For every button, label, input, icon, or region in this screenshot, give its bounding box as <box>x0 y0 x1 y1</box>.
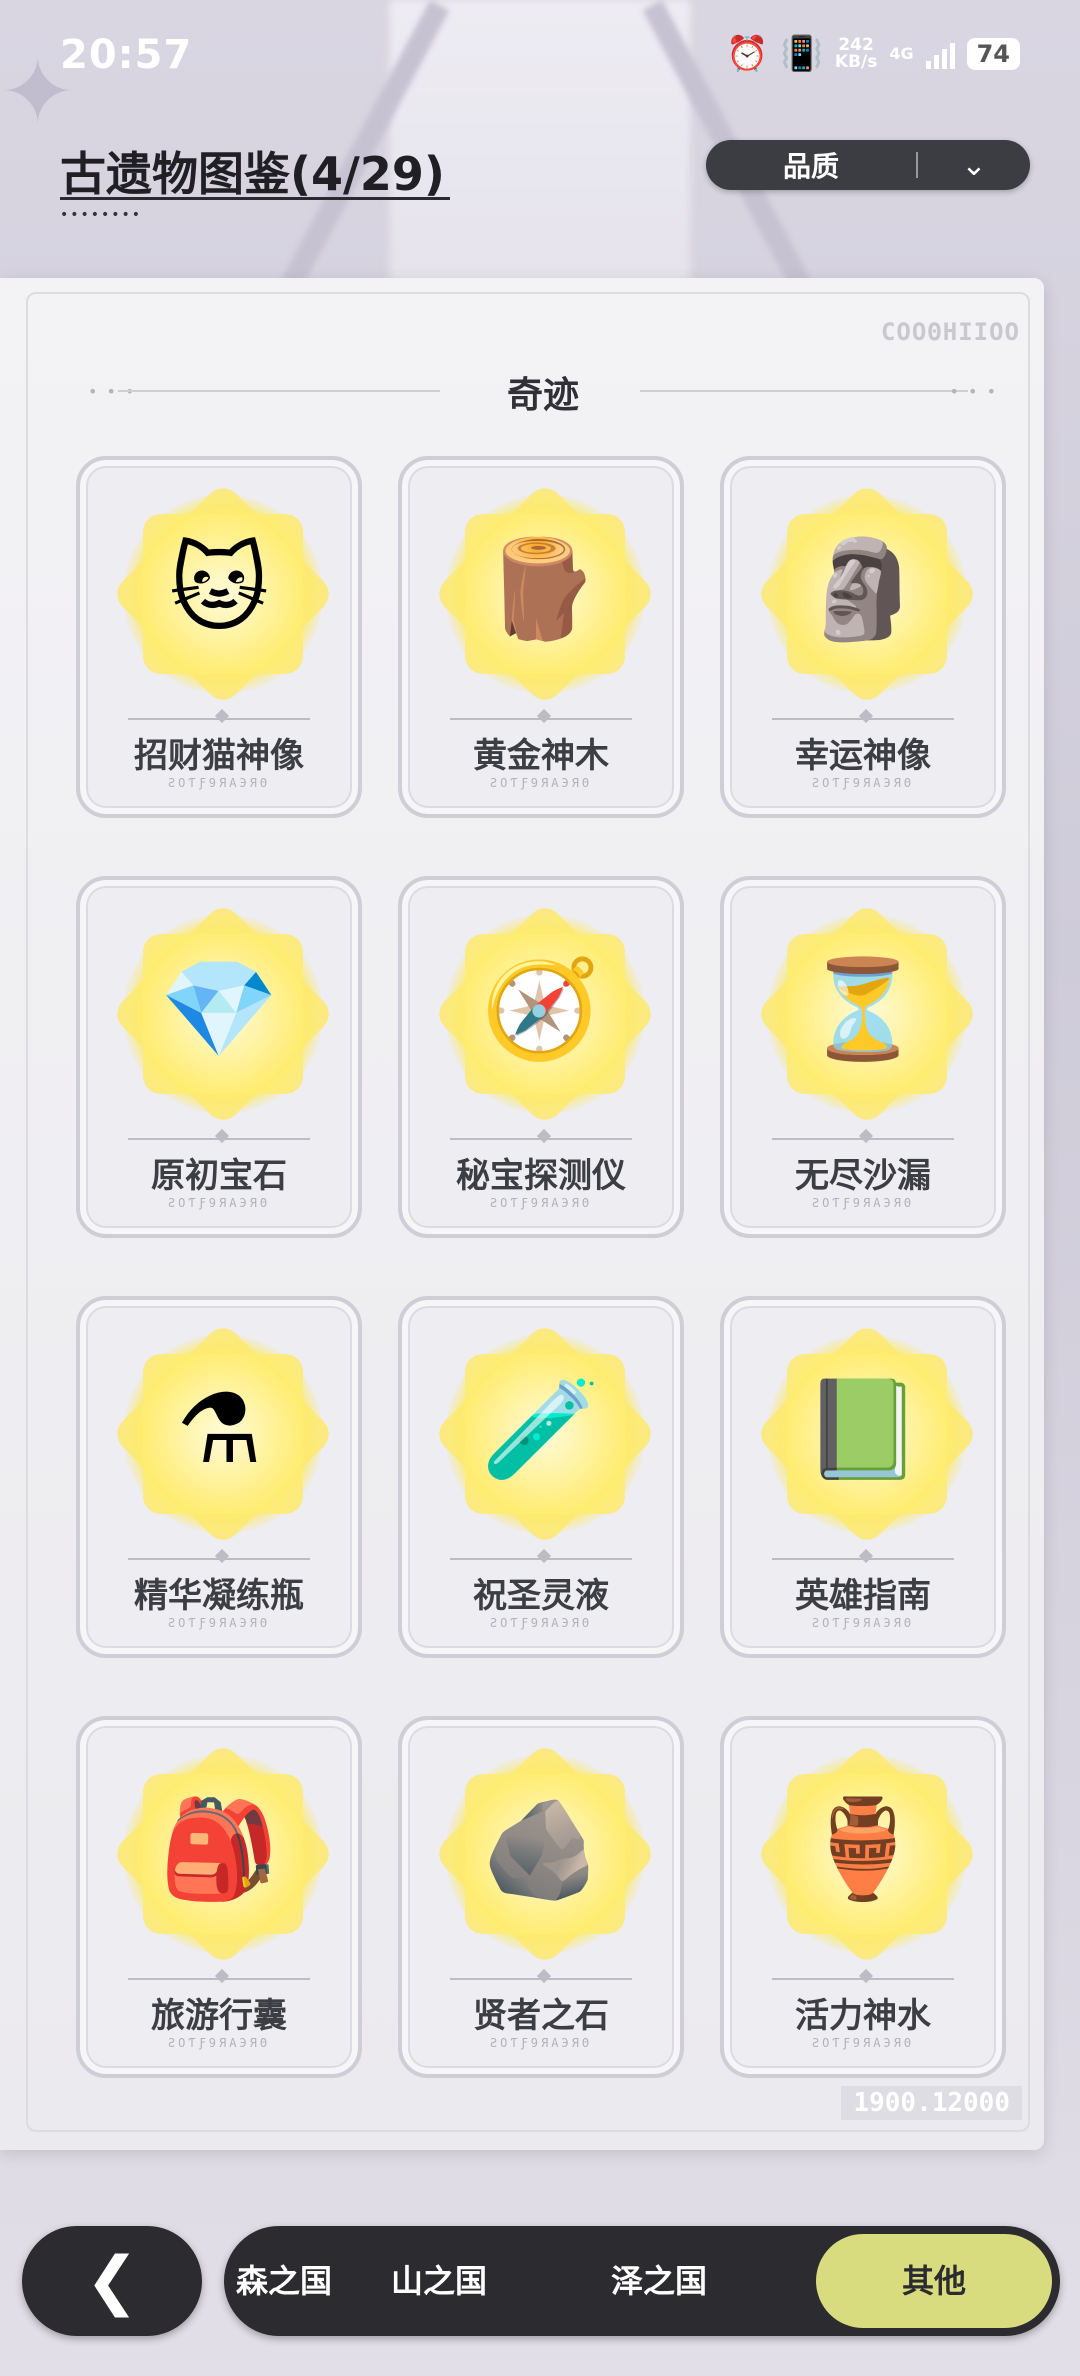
divider-diamond <box>214 1128 230 1144</box>
section-title: 奇迹 <box>506 375 579 416</box>
tab-region-3[interactable]: 泽之国 <box>554 2226 764 2336</box>
relic-name: 活力神水 <box>795 1996 931 2036</box>
section-line-right <box>640 390 968 392</box>
vitality-vase-icon: 🏺 <box>803 1793 923 1905</box>
relic-name: 贤者之石 <box>473 1996 609 2036</box>
relic-card[interactable]: 💎 原初宝石 ƧOƬƑ9ЯAЭЯΘ <box>76 876 362 1238</box>
golden-wood-icon: 🪵 <box>481 533 601 645</box>
relic-card[interactable]: 🎒 旅游行囊 ƧOƬƑ9ЯAЭЯΘ <box>76 1716 362 2078</box>
signal-icon <box>925 39 955 69</box>
panel-serial-bottom: 1900.12000 <box>841 2086 1022 2120</box>
relic-card[interactable]: 🪨 贤者之石 ƧOƬƑ9ЯAЭЯΘ <box>398 1716 684 2078</box>
quality-filter-dropdown[interactable]: 品质 ⌄ <box>706 140 1030 190</box>
relic-code: ƧOƬƑ9ЯAЭЯΘ <box>489 1616 593 1630</box>
relic-card[interactable]: 📗 英雄指南 ƧOƬƑ9ЯAЭЯΘ <box>720 1296 1006 1658</box>
status-icons: ⏰ 📳 242 KB/s 4G 74 <box>726 34 1020 74</box>
relic-code: ƧOƬƑ9ЯAЭЯΘ <box>167 2036 271 2050</box>
relic-name: 幸运神像 <box>795 736 931 776</box>
relic-card[interactable]: ⚗ 精华凝练瓶 ƧOƬƑ9ЯAЭЯΘ <box>76 1296 362 1658</box>
relic-name: 无尽沙漏 <box>795 1156 931 1196</box>
lucky-cat-statue-icon: 🐱 <box>168 533 270 645</box>
relic-code: ƧOƬƑ9ЯAЭЯΘ <box>167 776 271 790</box>
relic-code: ƧOƬƑ9ЯAЭЯΘ <box>167 1196 271 1210</box>
stone-tablet-icon: 🪨 <box>481 1793 601 1905</box>
network-speed: 242 KB/s <box>835 37 877 71</box>
title-underline <box>60 197 450 200</box>
relic-name: 黄金神木 <box>473 736 609 776</box>
divider-diamond <box>536 1548 552 1564</box>
divider-diamond <box>858 1968 874 1984</box>
relic-code: ƧOƬƑ9ЯAЭЯΘ <box>811 2036 915 2050</box>
relic-card[interactable]: 🐱 招财猫神像 ƧOƬƑ9ЯAЭЯΘ <box>76 456 362 818</box>
section-dots-right: • • • <box>949 382 998 401</box>
network-type: 4G <box>889 44 914 63</box>
status-bar: 20:57 ⏰ 📳 242 KB/s 4G 74 <box>0 0 1080 120</box>
chevron-left-icon: ❮ <box>85 2244 139 2318</box>
panel-serial-top: COOΘHIIOO <box>880 318 1020 346</box>
relic-name: 精华凝练瓶 <box>134 1576 304 1616</box>
page-title: 古遗物图鉴(4/29) <box>60 147 445 201</box>
relic-name: 旅游行囊 <box>151 1996 287 2036</box>
alarm-icon: ⏰ <box>726 34 769 74</box>
relic-code: ƧOƬƑ9ЯAЭЯΘ <box>489 776 593 790</box>
section-header: • • • 奇迹 • • • <box>88 366 998 416</box>
status-time: 20:57 <box>60 32 193 78</box>
relic-name: 秘宝探测仪 <box>456 1156 626 1196</box>
tab-region-4[interactable]: 其他 <box>816 2234 1052 2328</box>
divider-diamond <box>536 708 552 724</box>
region-tab-bar: 森之国 山之国 泽之国 其他 <box>224 2226 1060 2336</box>
relic-name: 原初宝石 <box>151 1156 287 1196</box>
battery-icon: 74 <box>966 38 1020 70</box>
relic-card[interactable]: 🧪 祝圣灵液 ƧOƬƑ9ЯAЭЯΘ <box>398 1296 684 1658</box>
relic-code: ƧOƬƑ9ЯAЭЯΘ <box>489 2036 593 2050</box>
divider-diamond <box>858 708 874 724</box>
tab-region-2[interactable]: 山之国 <box>334 2226 544 2336</box>
relic-card[interactable]: ⏳ 无尽沙漏 ƧOƬƑ9ЯAЭЯΘ <box>720 876 1006 1238</box>
divider-diamond <box>536 1128 552 1144</box>
relic-card[interactable]: 🧭 秘宝探测仪 ƧOƬƑ9ЯAЭЯΘ <box>398 876 684 1238</box>
quality-filter-label: 品质 <box>782 150 839 183</box>
title-dots: •••••••• <box>60 207 143 223</box>
divider-diamond <box>858 1128 874 1144</box>
relic-grid: 🐱 招财猫神像 ƧOƬƑ9ЯAЭЯΘ 🪵 黄金神木 ƧOƬƑ9ЯAЭЯΘ 🗿 幸运神像 ƧOƬƑ… <box>76 456 1008 2078</box>
divider-diamond <box>858 1548 874 1564</box>
vibrate-icon: 📳 <box>780 34 823 74</box>
relic-code: ƧOƬƑ9ЯAЭЯΘ <box>167 1616 271 1630</box>
divider-diamond <box>536 1968 552 1984</box>
hourglass-icon: ⏳ <box>803 953 923 1065</box>
divider-diamond <box>214 708 230 724</box>
relic-name: 英雄指南 <box>795 1576 931 1616</box>
winged-statue-icon: 🗿 <box>803 533 923 645</box>
relic-name: 招财猫神像 <box>134 736 304 776</box>
relic-name: 祝圣灵液 <box>473 1576 609 1616</box>
crystal-gem-icon: 💎 <box>159 953 279 1065</box>
divider-diamond <box>214 1548 230 1564</box>
relic-code: ƧOƬƑ9ЯAЭЯΘ <box>811 776 915 790</box>
speed-unit: KB/s <box>834 52 878 72</box>
potion-bottle-icon: ⚗ <box>175 1373 263 1485</box>
relic-card[interactable]: 🏺 活力神水 ƧOƬƑ9ЯAЭЯΘ <box>720 1716 1006 2078</box>
relic-code: ƧOƬƑ9ЯAЭЯΘ <box>811 1616 915 1630</box>
chevron-down-icon[interactable]: ⌄ <box>918 148 1030 183</box>
pocket-watch-icon: 🧭 <box>481 953 601 1065</box>
relic-card[interactable]: 🪵 黄金神木 ƧOƬƑ9ЯAЭЯΘ <box>398 456 684 818</box>
divider-diamond <box>214 1968 230 1984</box>
relic-card[interactable]: 🗿 幸运神像 ƧOƬƑ9ЯAЭЯΘ <box>720 456 1006 818</box>
relic-code: ƧOƬƑ9ЯAЭЯΘ <box>811 1196 915 1210</box>
back-button[interactable]: ❮ <box>22 2226 202 2336</box>
backpack-icon: 🎒 <box>159 1793 279 1905</box>
holy-liquid-icon: 🧪 <box>481 1373 601 1485</box>
hero-book-icon: 📗 <box>803 1373 923 1485</box>
relic-code: ƧOƬƑ9ЯAЭЯΘ <box>489 1196 593 1210</box>
